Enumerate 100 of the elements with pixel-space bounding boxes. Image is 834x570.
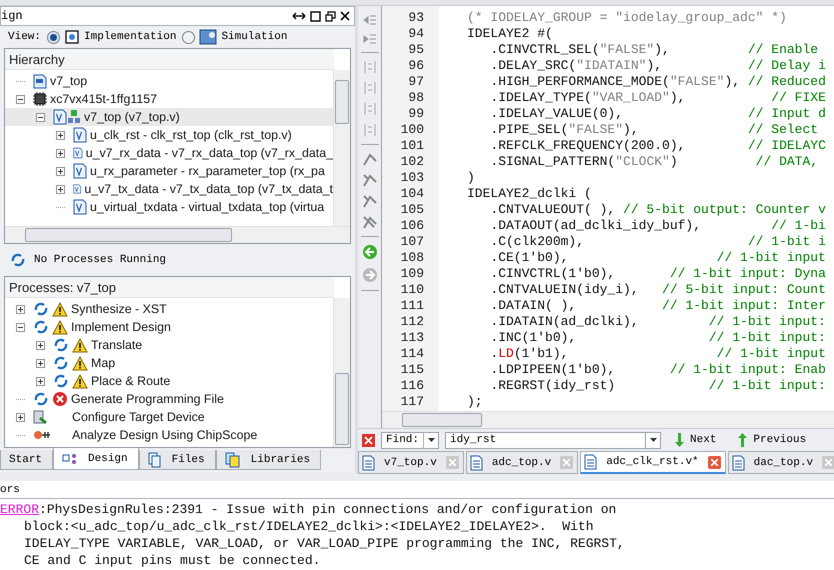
expand-toggle[interactable] [56,166,65,176]
expand-toggle[interactable] [36,376,45,386]
error-link[interactable]: ERROR [0,502,40,517]
refresh-icon [33,301,49,317]
column-icon [364,123,376,137]
expand-toggle[interactable] [36,358,45,368]
code-line: .C(clk200m), // 1-bit i [489,234,827,250]
view-label: View: [8,31,42,43]
vertical-scrollbar[interactable] [333,70,350,226]
tree-item[interactable]: Generate Programming File [5,390,333,408]
horizontal-scrollbar[interactable] [5,226,350,243]
code-line: IDELAYE2_dclki ( [467,186,593,202]
tree-item[interactable]: Place & Route [5,372,333,390]
code-line: .REGRST(idy_rst) // 1-bit input: [489,378,827,394]
code-line: .INC(1'b0), // 1-bit input: [489,330,827,346]
code-line: .CINVCTRL(1'b0), // 1-bit input: Dyna [489,266,827,282]
tree-item[interactable]: Translate [5,336,333,354]
refresh-icon [53,355,69,371]
expand-toggle[interactable] [56,148,65,158]
verilog-file-icon [73,163,87,179]
expand-toggle[interactable] [56,184,65,194]
libraries-icon [224,452,241,468]
view-radio[interactable]: Implementation [47,29,176,45]
expand-toggle[interactable] [16,322,25,332]
expand-toggle[interactable] [16,94,25,104]
tree-item[interactable]: Synthesize - XST [5,300,333,318]
tree-item[interactable]: Configure Target Device [5,408,333,426]
refresh-icon [33,319,49,335]
line-number: 114 [400,346,424,362]
console-title: ors [0,484,20,496]
tree-item-label: u_virtual_txdata - virtual_txdata_top (virtua [90,200,324,214]
tree-item-label: u_v7_tx_data - v7_tx_data_top (v7_tx_data_t [84,182,333,196]
tree-item[interactable]: u_clk_rst - clk_rst_top (clk_rst_top.v) [5,126,333,144]
line-number: 105 [400,202,424,218]
code-line: ); [467,394,484,410]
file-tab[interactable]: dac_top.v [728,451,834,474]
code-line: IDELAYE2 #( [467,26,554,42]
line-number: 112 [400,314,424,330]
tree-item[interactable]: u_rx_parameter - rx_parameter_top (rx_pa [5,162,333,180]
file-tab[interactable]: adc_top.v [466,451,578,474]
line-number: 94 [407,26,424,42]
uncomment-icon [364,102,376,116]
panel-tab[interactable]: Design [53,448,139,470]
expand-toggle[interactable] [16,412,25,422]
tree-item-label: v7_top [50,74,88,88]
horizontal-scrollbar[interactable] [382,411,834,428]
tree-item[interactable]: Implement Design [5,318,333,336]
refresh-icon [33,391,49,407]
file-tab[interactable]: v7_top.v [358,451,464,474]
line-number: 113 [400,330,424,346]
tree-item[interactable]: u_virtual_txdata - virtual_txdata_top (virtua [5,198,333,216]
forward-icon [362,267,378,283]
tree-item[interactable]: u_v7_rx_data - v7_rx_data_top (v7_rx_data_ [5,144,333,162]
tree-item[interactable]: Map [5,354,333,372]
tree-item[interactable]: xc7vx415t-1ffg1157 [5,90,333,108]
line-number: 102 [400,154,424,170]
panel-tab[interactable]: Libraries [216,450,322,470]
tree-item-label: Place & Route [91,374,170,388]
device-config-icon [33,410,48,424]
line-number: 95 [407,42,424,58]
bookmark-icon [362,152,378,166]
code-line: .DELAY_SRC("IDATAIN"), // Delay i [489,58,827,74]
file-tab[interactable]: adc_clk_rst.v* [580,451,726,474]
tree-item[interactable]: v7_top (v7_top.v) [5,108,333,126]
previous-button[interactable]: Previous [730,433,814,447]
caret-icon [428,438,435,442]
line-number: 106 [400,218,424,234]
code-line: .IDATAIN(ad_dclki), // 1-bit input: [489,314,827,330]
expand-toggle[interactable] [56,130,65,140]
expand-toggle[interactable] [36,340,45,350]
line-number: 103 [400,170,424,186]
document-icon [732,454,745,470]
view-radio[interactable]: Simulation [182,29,288,45]
tree-item[interactable]: u_v7_tx_data - v7_tx_data_top (v7_tx_data_t [5,180,333,198]
tree-item-label: Implement Design [71,320,171,334]
close-tab-icon[interactable] [708,456,721,468]
line-number: 110 [400,282,424,298]
find-mode-dropdown[interactable]: Find: [381,432,440,448]
tree-item[interactable]: v7_top [5,72,333,90]
tree-item-label: v7_top (v7_top.v) [84,110,180,124]
expand-toggle[interactable] [36,112,45,122]
panel-tab[interactable]: Files [138,450,216,470]
line-number: 99 [407,106,424,122]
code-line: .SIGNAL_PATTERN("CLOCK") // DATA, [489,154,820,170]
tree-item[interactable]: Analyze Design Using ChipScope [5,426,333,444]
next-button[interactable]: Next [667,433,724,447]
code-line: .DATAIN( ), // 1-bit input: Inter [489,298,827,314]
verilog-file-icon [73,127,87,143]
expand-toggle[interactable] [16,304,25,314]
process-status: No Processes Running [34,254,166,266]
line-number: 101 [400,138,424,154]
chip-icon [33,92,47,106]
find-field[interactable]: idy_rst [445,432,646,448]
document-icon [584,454,598,470]
line-number: 98 [407,90,424,106]
vertical-scrollbar[interactable] [333,298,350,447]
dropdown-button[interactable] [645,432,662,448]
panel-tab[interactable]: Start [0,450,54,470]
files-icon [148,452,162,468]
line-number: 96 [407,58,424,74]
